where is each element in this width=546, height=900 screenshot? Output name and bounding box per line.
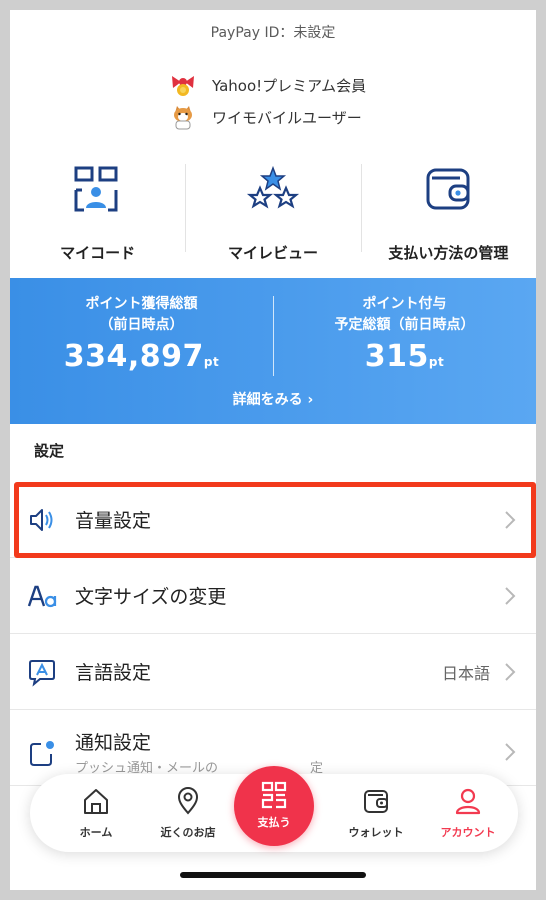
settings-item-label: 文字サイズの変更 <box>75 586 227 608</box>
ribbon-medal-icon <box>170 72 196 98</box>
phone-screen: PayPay ID：未設定 Yahoo!プレミアム会員 ワイモバイルユーザー マ… <box>10 10 536 890</box>
wallet-icon <box>420 162 476 218</box>
scheduled-points-label-2: 予定総額（前日時点） <box>334 317 475 333</box>
tab-account-label: アカウント <box>440 826 496 839</box>
pay-button-label: 支払う <box>257 816 291 829</box>
scheduled-points-value: 315 <box>364 339 429 374</box>
my-code-button[interactable]: マイコード <box>10 150 185 278</box>
settings-item-label: 通知設定 <box>75 732 152 754</box>
my-code-label: マイコード <box>60 244 136 262</box>
scheduled-points: ポイント付与 予定総額（前日時点） 315pt <box>273 294 536 374</box>
scheduled-points-label-1: ポイント付与 <box>362 296 447 312</box>
my-review-button[interactable]: マイレビュー <box>185 150 360 278</box>
chevron-right-icon <box>505 743 516 761</box>
home-icon <box>84 789 108 814</box>
person-icon <box>455 788 481 815</box>
speaker-icon <box>27 505 57 535</box>
tab-wallet-label: ウォレット <box>348 826 404 839</box>
chevron-right-icon <box>505 510 516 529</box>
location-pin-icon <box>177 787 199 815</box>
scheduled-points-value-row: 315pt <box>273 339 536 374</box>
notification-icon <box>27 738 57 768</box>
total-points-value: 334,897 <box>63 339 204 374</box>
chevron-right-icon <box>505 586 516 605</box>
qr-user-icon <box>70 162 126 218</box>
settings-item-text-size[interactable]: 文字サイズの変更 <box>10 558 536 634</box>
tab-wallet[interactable]: ウォレット <box>336 786 416 840</box>
text-size-icon <box>27 581 57 611</box>
scheduled-points-unit: pt <box>428 355 445 369</box>
tab-account[interactable]: アカウント <box>428 786 508 840</box>
total-points: ポイント獲得総額 （前日時点） 334,897pt <box>10 294 273 374</box>
language-value: 日本語 <box>441 663 490 683</box>
settings-item-label: 音量設定 <box>75 510 152 532</box>
ymobile-label: ワイモバイルユーザー <box>212 108 362 127</box>
settings-title: 設定 <box>34 442 65 460</box>
tab-nearby-stores[interactable]: 近くのお店 <box>148 786 228 840</box>
quick-actions: マイコード マイレビュー 支払い方法の管理 <box>10 150 536 278</box>
total-points-unit: pt <box>203 355 220 369</box>
tab-home[interactable]: ホーム <box>56 786 136 840</box>
home-indicator[interactable] <box>180 872 366 878</box>
paypay-id[interactable]: PayPay ID：未設定 <box>10 22 536 42</box>
points-banner: ポイント獲得総額 （前日時点） 334,897pt ポイント付与 予定総額（前日… <box>10 278 536 424</box>
chevron-right-icon <box>505 662 516 681</box>
ymobile-badge: ワイモバイルユーザー <box>170 104 362 130</box>
premium-badge: Yahoo!プレミアム会員 <box>170 72 366 98</box>
settings-item-label: 言語設定 <box>75 662 152 684</box>
wallet-icon <box>364 790 388 813</box>
bottom-tab-bar: ホーム 近くのお店 支払う ウォレット アカウント <box>30 766 518 852</box>
payment-method-button[interactable]: 支払い方法の管理 <box>360 150 536 278</box>
settings-item-language[interactable]: 言語設定 日本語 <box>10 634 536 710</box>
total-points-label-2: （前日時点） <box>99 317 184 333</box>
cat-mascot-icon <box>170 104 196 130</box>
total-points-label-1: ポイント獲得総額 <box>85 296 198 312</box>
points-detail-link[interactable]: 詳細をみる › <box>10 389 536 409</box>
stars-icon <box>245 162 301 218</box>
tab-home-label: ホーム <box>79 826 113 839</box>
qr-pay-icon <box>261 781 287 809</box>
settings-item-volume[interactable]: 音量設定 <box>10 482 536 558</box>
language-icon <box>27 657 57 687</box>
pay-button[interactable]: 支払う <box>234 766 314 846</box>
total-points-value-row: 334,897pt <box>10 339 273 374</box>
tab-nearby-label: 近くのお店 <box>160 826 216 839</box>
my-review-label: マイレビュー <box>227 244 318 262</box>
payment-method-label: 支払い方法の管理 <box>388 244 509 262</box>
premium-label: Yahoo!プレミアム会員 <box>212 76 367 95</box>
